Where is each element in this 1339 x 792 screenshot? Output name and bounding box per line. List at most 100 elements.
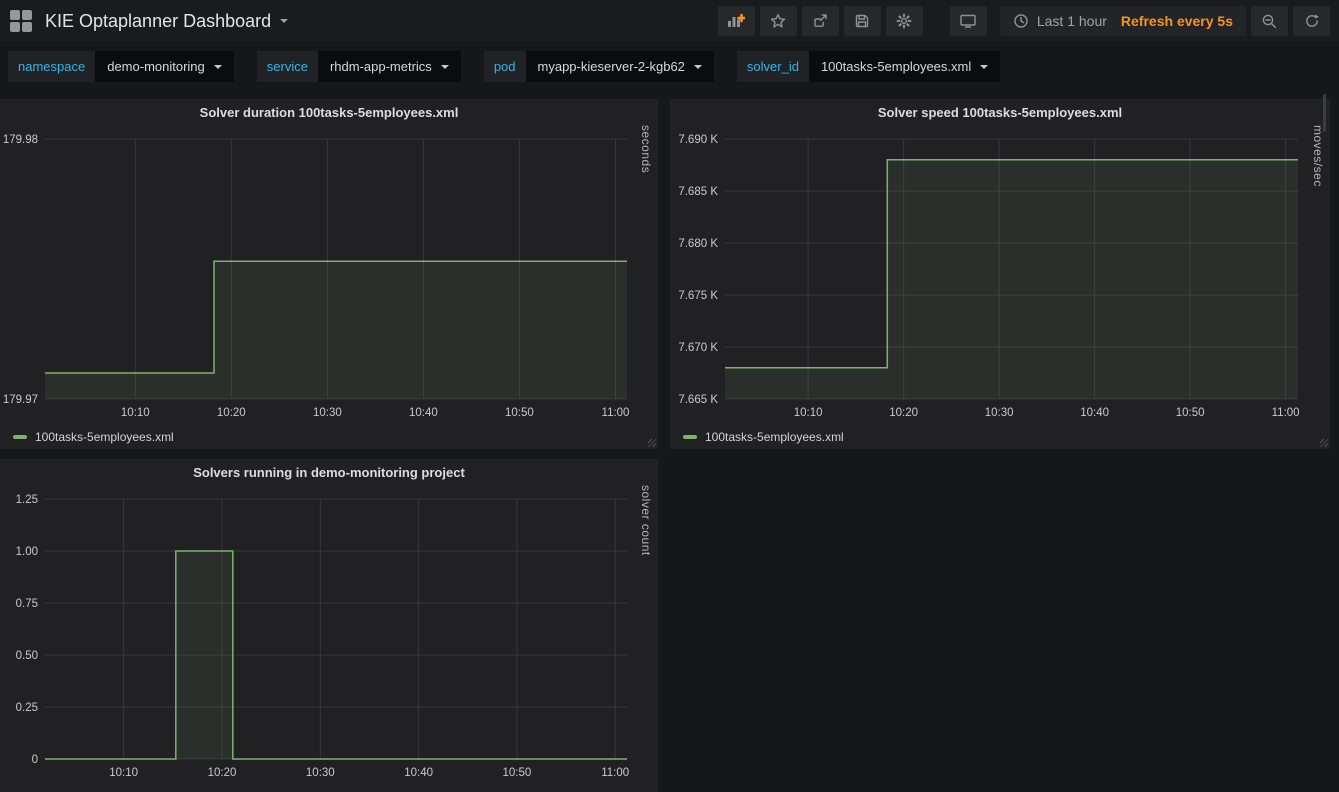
y-axis-tick-label: 0.50 xyxy=(16,650,38,662)
variable-value-dropdown[interactable]: rhdm-app-metrics xyxy=(318,51,461,82)
y-axis-tick-label: 0.75 xyxy=(16,598,38,610)
x-axis-tick-label: 10:50 xyxy=(1176,407,1205,419)
refresh-icon xyxy=(1304,13,1320,29)
dashboard-grid: Solver duration 100tasks-5employees.xml … xyxy=(0,91,1339,792)
x-axis-tick-label: 10:20 xyxy=(889,407,918,419)
logo-square xyxy=(22,22,32,32)
time-range-label: Last 1 hour xyxy=(1037,13,1107,29)
x-axis-tick-label: 10:50 xyxy=(505,407,534,419)
logo-square xyxy=(22,10,32,20)
y-axis-tick-label: 7.680 K xyxy=(678,238,718,250)
x-axis-tick-label: 10:20 xyxy=(217,407,246,419)
cycle-view-button[interactable] xyxy=(950,6,987,36)
variable-value: demo-monitoring xyxy=(107,59,205,74)
logo-square xyxy=(10,22,20,32)
legend-item[interactable]: 100tasks-5employees.xml xyxy=(670,427,1330,447)
panel-solvers-running: Solvers running in demo-monitoring proje… xyxy=(0,459,658,792)
x-axis-tick-label: 10:40 xyxy=(404,767,433,779)
legend-series-name: 100tasks-5employees.xml xyxy=(35,430,174,444)
variable-namespace: namespace demo-monitoring xyxy=(8,51,234,82)
y-axis-unit-label: solver count xyxy=(639,485,653,787)
chevron-down-icon xyxy=(694,65,702,69)
x-axis-tick-label: 10:20 xyxy=(208,767,237,779)
y-axis-unit-label: seconds xyxy=(639,125,653,427)
variable-value-dropdown[interactable]: demo-monitoring xyxy=(95,51,234,82)
y-axis-tick-label: 0 xyxy=(32,754,38,766)
time-range-picker[interactable]: Last 1 hour Refresh every 5s xyxy=(1000,6,1246,36)
logo-square xyxy=(10,10,20,20)
x-axis-tick-label: 10:40 xyxy=(409,407,438,419)
legend-item[interactable]: 100tasks-5employees.xml xyxy=(0,427,658,447)
variable-solver-id: solver_id 100tasks-5employees.xml xyxy=(737,51,1000,82)
cycle-view-tv-icon xyxy=(959,13,977,29)
panel-solver-speed: Solver speed 100tasks-5employees.xml 10:… xyxy=(670,99,1330,449)
panel-solver-duration: Solver duration 100tasks-5employees.xml … xyxy=(0,99,658,449)
x-axis-tick-label: 10:10 xyxy=(121,407,150,419)
panel-title[interactable]: Solver speed 100tasks-5employees.xml xyxy=(670,99,1330,125)
x-axis-tick-label: 10:50 xyxy=(503,767,532,779)
variable-value-dropdown[interactable]: 100tasks-5employees.xml xyxy=(809,51,1000,82)
y-axis-tick-label: 7.670 K xyxy=(678,342,718,354)
panel-title[interactable]: Solver duration 100tasks-5employees.xml xyxy=(0,99,658,125)
y-axis-tick-label: 7.685 K xyxy=(678,186,718,198)
dashboard-title: KIE Optaplanner Dashboard xyxy=(45,11,271,32)
variable-value: 100tasks-5employees.xml xyxy=(821,59,971,74)
y-axis-tick-label: 179.97 xyxy=(3,394,38,406)
save-button[interactable] xyxy=(844,6,881,36)
x-axis-tick-label: 11:00 xyxy=(601,767,629,779)
variable-pod: pod myapp-kieserver-2-kgb62 xyxy=(484,51,714,82)
legend-series-swatch xyxy=(683,435,697,439)
variable-label: solver_id xyxy=(737,51,809,82)
add-panel-icon xyxy=(727,13,745,29)
variable-label: namespace xyxy=(8,51,95,82)
panel-title[interactable]: Solvers running in demo-monitoring proje… xyxy=(0,459,658,485)
solver-duration-chart: 10:10 10:20 10:30 10:40 10:50 11:00 179.97 179.… xyxy=(0,125,658,427)
navbar: KIE Optaplanner Dashboard xyxy=(0,0,1339,42)
share-button[interactable] xyxy=(802,6,839,36)
clock-icon xyxy=(1013,13,1029,29)
zoom-out-icon xyxy=(1261,13,1278,30)
series-fill-area xyxy=(725,160,1298,399)
star-icon xyxy=(770,13,786,29)
x-axis-tick-label: 10:40 xyxy=(1080,407,1109,419)
star-button[interactable] xyxy=(760,6,797,36)
legend-item[interactable]: myapp-kieserver-2-kgb62 xyxy=(0,787,658,792)
x-axis-tick-label: 11:00 xyxy=(602,407,630,419)
save-icon xyxy=(854,13,870,29)
refresh-button[interactable] xyxy=(1293,6,1330,36)
settings-button[interactable] xyxy=(886,6,923,36)
variable-value-dropdown[interactable]: myapp-kieserver-2-kgb62 xyxy=(526,51,714,82)
chevron-down-icon xyxy=(441,65,449,69)
y-axis-tick-label: 0.25 xyxy=(16,702,38,714)
add-panel-button[interactable] xyxy=(718,6,755,36)
chevron-down-icon xyxy=(214,65,222,69)
solvers-running-chart: 10:10 10:20 10:30 10:40 10:50 11:00 0 0.25 0.50 0… xyxy=(0,485,658,787)
y-axis-tick-label: 7.665 K xyxy=(678,394,718,406)
x-axis-tick-label: 10:30 xyxy=(306,767,335,779)
variable-service: service rhdm-app-metrics xyxy=(257,51,461,82)
legend-series-name: 100tasks-5employees.xml xyxy=(705,430,844,444)
x-axis-tick-label: 10:10 xyxy=(794,407,823,419)
y-axis-tick-label: 179.98 xyxy=(3,134,38,146)
chevron-down-icon xyxy=(280,19,288,23)
grafana-grid-logo[interactable] xyxy=(10,10,32,32)
x-axis-tick-label: 10:30 xyxy=(313,407,342,419)
x-axis-tick-label: 10:30 xyxy=(985,407,1014,419)
scrollbar-thumb[interactable] xyxy=(1323,94,1326,132)
panel-resize-handle[interactable] xyxy=(648,439,656,447)
y-axis-tick-label: 7.690 K xyxy=(678,134,718,146)
settings-gear-icon xyxy=(896,13,912,29)
dashboard-title-dropdown[interactable]: KIE Optaplanner Dashboard xyxy=(45,11,288,32)
x-axis-tick-label: 10:10 xyxy=(109,767,138,779)
y-axis-tick-label: 7.675 K xyxy=(678,290,718,302)
refresh-interval-label: Refresh every 5s xyxy=(1121,13,1233,29)
panel-resize-handle[interactable] xyxy=(1320,439,1328,447)
share-icon xyxy=(812,13,828,29)
variable-label: pod xyxy=(484,51,526,82)
chevron-down-icon xyxy=(980,65,988,69)
series-fill-area xyxy=(45,261,627,399)
zoom-out-button[interactable] xyxy=(1251,6,1288,36)
variable-label: service xyxy=(257,51,318,82)
solver-speed-chart: 10:1010:2010:3010:4010:5011:007.665 K7.6… xyxy=(670,125,1330,427)
variable-value: myapp-kieserver-2-kgb62 xyxy=(538,59,685,74)
